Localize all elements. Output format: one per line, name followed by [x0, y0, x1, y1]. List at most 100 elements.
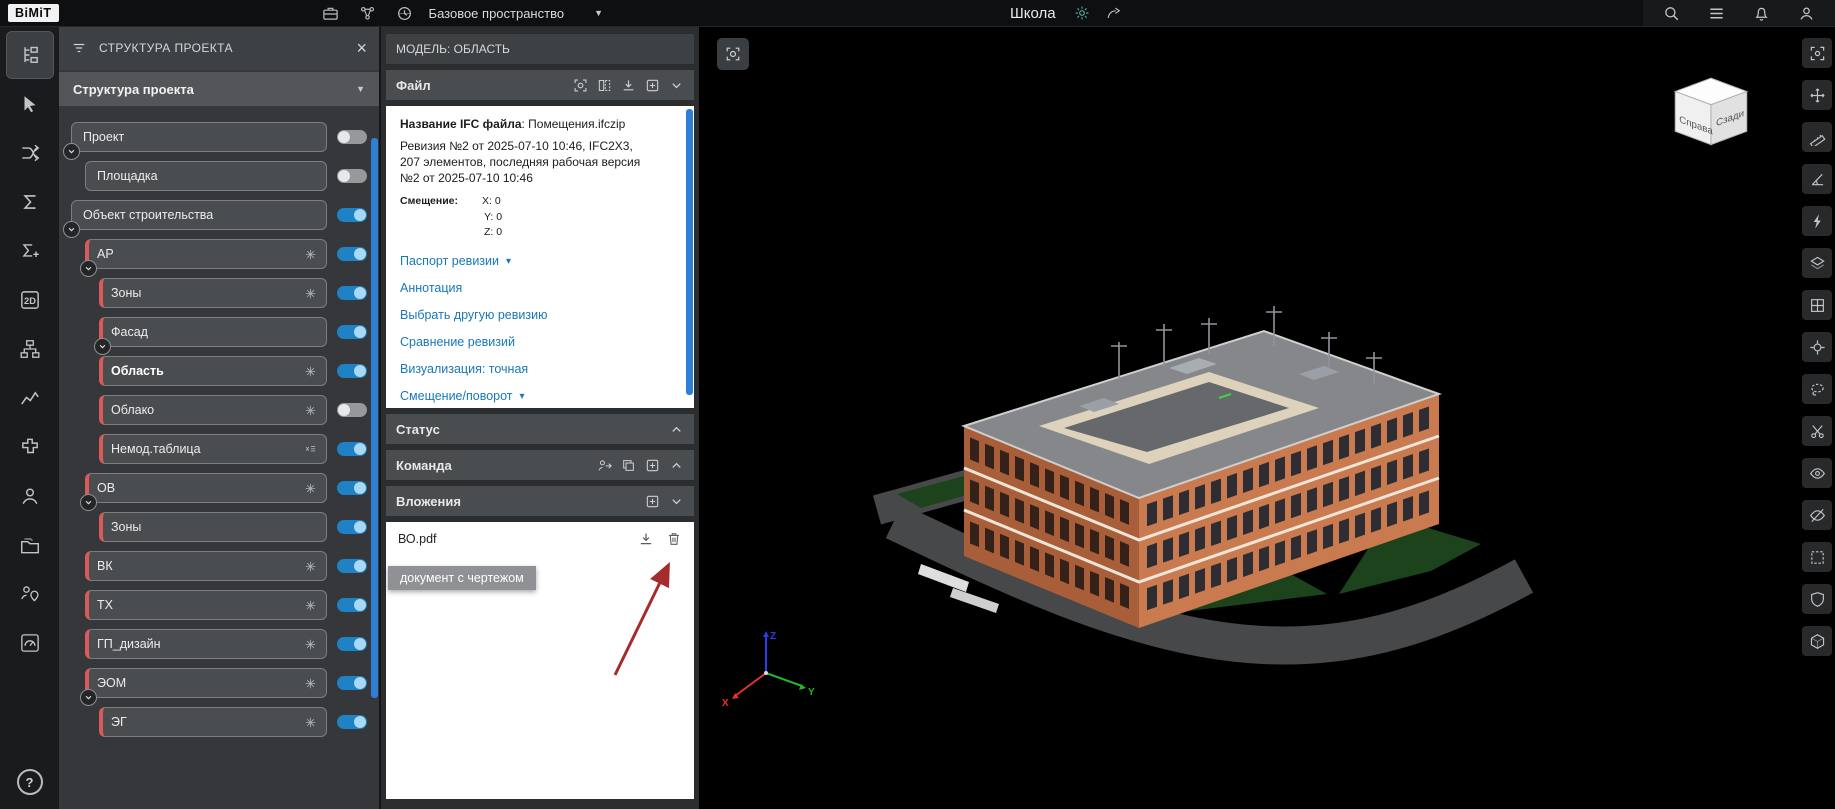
expand-toggle-icon[interactable]: [80, 494, 97, 511]
share-icon[interactable]: [1106, 5, 1122, 21]
status-section-header[interactable]: Статус: [386, 414, 694, 444]
search-icon[interactable]: [1663, 5, 1680, 22]
visibility-toggle[interactable]: [337, 286, 367, 300]
team-network-icon[interactable]: [359, 5, 376, 22]
file-action-link[interactable]: Сравнение ревизий: [400, 335, 676, 349]
tree-item[interactable]: Область: [99, 356, 327, 386]
visibility-toggle[interactable]: [337, 481, 367, 495]
tree-item[interactable]: Объект строительства: [71, 200, 327, 230]
tree-item[interactable]: Немод.таблица: [99, 434, 327, 464]
visibility-toggle[interactable]: [337, 598, 367, 612]
caret-down-sm-icon[interactable]: [669, 78, 684, 93]
tree-item[interactable]: Зоны: [99, 278, 327, 308]
tree-item[interactable]: Зоны: [99, 512, 327, 542]
briefcase-icon[interactable]: [322, 5, 339, 22]
attachments-section-header[interactable]: Вложения: [386, 486, 694, 516]
rail-project-structure[interactable]: [7, 32, 53, 78]
structure-scrollbar[interactable]: [371, 138, 378, 698]
account-icon[interactable]: [1798, 5, 1815, 22]
tree-item[interactable]: Проект: [71, 122, 327, 152]
team-section-header[interactable]: Команда: [386, 450, 694, 480]
measure-button[interactable]: [1802, 122, 1832, 152]
filter-shield-button[interactable]: [1802, 584, 1832, 614]
download-icon[interactable]: [621, 78, 636, 93]
hide-button[interactable]: [1802, 500, 1832, 530]
tree-item[interactable]: ТХ: [85, 590, 327, 620]
close-icon[interactable]: ×: [356, 39, 367, 57]
workspace-selector[interactable]: Базовое пространство ▼: [429, 6, 603, 21]
download-icon[interactable]: [638, 531, 654, 547]
rail-dashboard[interactable]: [7, 620, 53, 666]
rail-sum[interactable]: [7, 179, 53, 225]
rail-user-location[interactable]: [7, 571, 53, 617]
rail-users[interactable]: [7, 473, 53, 519]
add-icon[interactable]: [645, 458, 660, 473]
add-icon[interactable]: [645, 78, 660, 93]
visibility-toggle[interactable]: [337, 520, 367, 534]
lasso-button[interactable]: [1802, 374, 1832, 404]
rail-select[interactable]: [7, 81, 53, 127]
visibility-toggle[interactable]: [337, 715, 367, 729]
tree-item[interactable]: ЭГ: [99, 707, 327, 737]
section-button[interactable]: [1802, 248, 1832, 278]
settings-icon[interactable]: [1074, 5, 1090, 21]
visibility-toggle[interactable]: [337, 637, 367, 651]
pan-button[interactable]: [1802, 80, 1832, 110]
rail-view-2d[interactable]: 2D: [7, 277, 53, 323]
tree-item[interactable]: ЭОМ: [85, 668, 327, 698]
copy-icon[interactable]: [621, 458, 636, 473]
focus-icon[interactable]: [573, 78, 588, 93]
delete-icon[interactable]: [666, 531, 682, 547]
caret-down-sm-icon[interactable]: [669, 494, 684, 509]
add-icon[interactable]: [645, 494, 660, 509]
visibility-toggle[interactable]: [337, 676, 367, 690]
tree-item[interactable]: АР: [85, 239, 327, 269]
visibility-toggle[interactable]: [337, 403, 367, 417]
file-scrollbar[interactable]: [686, 109, 693, 395]
rail-shared-projects[interactable]: [7, 522, 53, 568]
caret-up-sm-icon[interactable]: [669, 422, 684, 437]
file-action-link[interactable]: Паспорт ревизии▾: [400, 254, 676, 268]
assign-user-icon[interactable]: [597, 458, 612, 473]
caret-up-sm-icon[interactable]: [669, 458, 684, 473]
tree-item[interactable]: Фасад: [99, 317, 327, 347]
locate-button[interactable]: [1802, 332, 1832, 362]
tree-item[interactable]: ГП_дизайн: [85, 629, 327, 659]
navigation-cube[interactable]: Справа Сзади: [1666, 71, 1758, 163]
visibility-toggle[interactable]: [337, 169, 367, 183]
grid-button[interactable]: [1802, 290, 1832, 320]
fit-view-button[interactable]: [1802, 38, 1832, 68]
cut-button[interactable]: [1802, 416, 1832, 446]
focus-button[interactable]: [717, 38, 749, 70]
viewport-3d[interactable]: Справа Сзади X Y Z: [699, 26, 1835, 809]
expand-toggle-icon[interactable]: [80, 260, 97, 277]
transparency-button[interactable]: [1802, 626, 1832, 656]
angle-button[interactable]: [1802, 164, 1832, 194]
file-action-link[interactable]: Визуализация: точная: [400, 362, 676, 376]
visibility-toggle[interactable]: [337, 247, 367, 261]
structure-dropdown[interactable]: Структура проекта ▼: [59, 72, 379, 106]
rail-plugins[interactable]: [7, 424, 53, 470]
expand-toggle-icon[interactable]: [63, 221, 80, 238]
visibility-toggle[interactable]: [337, 325, 367, 339]
visibility-button[interactable]: [1802, 458, 1832, 488]
help-button[interactable]: ?: [17, 769, 43, 795]
attachment-row[interactable]: ВО.pdf: [386, 522, 694, 554]
expand-toggle-icon[interactable]: [94, 338, 111, 355]
menu-icon[interactable]: [1708, 5, 1725, 22]
tree-item[interactable]: ОВ: [85, 473, 327, 503]
tree-item[interactable]: ВК: [85, 551, 327, 581]
tree-item[interactable]: Площадка: [85, 161, 327, 191]
notifications-icon[interactable]: [1753, 5, 1770, 22]
file-action-link[interactable]: Выбрать другую ревизию: [400, 308, 676, 322]
visibility-toggle[interactable]: [337, 208, 367, 222]
clash-button[interactable]: [1802, 206, 1832, 236]
compare-icon[interactable]: [597, 78, 612, 93]
visibility-toggle[interactable]: [337, 130, 367, 144]
expand-toggle-icon[interactable]: [80, 689, 97, 706]
rail-hierarchy[interactable]: [7, 326, 53, 372]
selection-frame-button[interactable]: [1802, 542, 1832, 572]
tree-item[interactable]: Облако: [99, 395, 327, 425]
rail-analytics[interactable]: [7, 375, 53, 421]
rail-relations[interactable]: [7, 130, 53, 176]
